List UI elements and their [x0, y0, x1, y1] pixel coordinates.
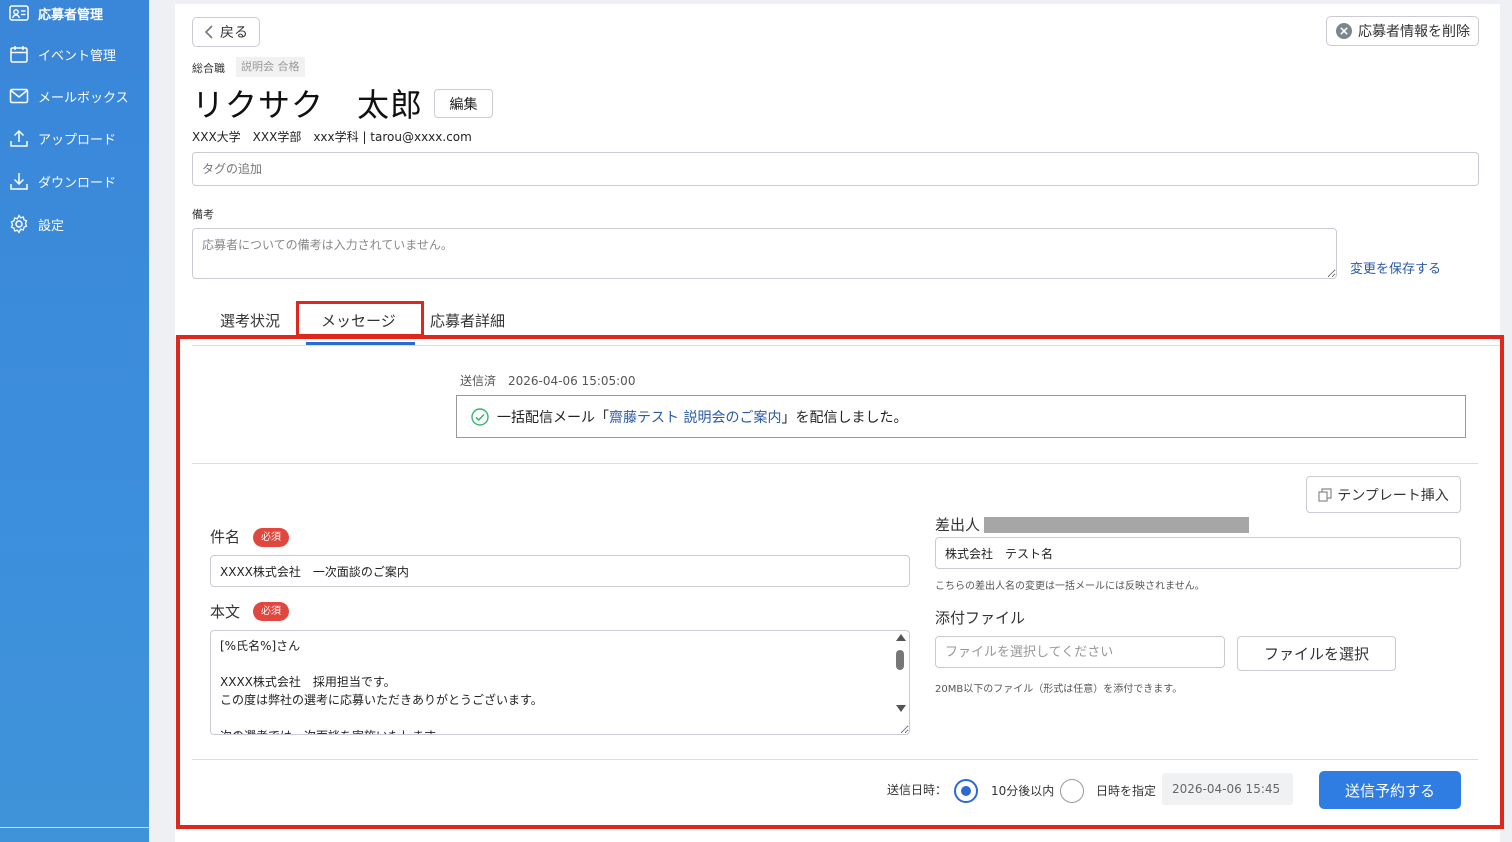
attachment-label: 添付ファイル: [935, 609, 1026, 627]
sidebar-item-label: 応募者管理: [38, 7, 104, 23]
check-circle-icon: [471, 407, 489, 426]
send-soon-label: 10分後以内: [991, 784, 1055, 798]
sent-suffix: 」を配信しました。: [781, 409, 908, 426]
tab-applicant-details[interactable]: 応募者詳細: [430, 310, 505, 331]
sidebar-item-label: ダウンロード: [38, 175, 117, 191]
sidebar-item-upload[interactable]: アップロード: [8, 125, 116, 151]
calendar-icon: [8, 43, 30, 65]
chevron-left-icon: [204, 25, 214, 39]
scroll-thumb[interactable]: [896, 650, 904, 670]
job-type: 総合職: [192, 62, 225, 75]
tab-divider: [192, 345, 1500, 346]
memo-label: 備考: [192, 208, 214, 221]
body-textarea[interactable]: [%氏名%]さん XXXX株式会社 採用担当です。 この度は弊社の選考に応募いた…: [210, 630, 910, 735]
sidebar-item-label: 設定: [38, 218, 65, 234]
memo-textarea[interactable]: [192, 228, 1337, 279]
sidebar-item-label: イベント管理: [38, 48, 117, 64]
body-label: 本文: [210, 603, 241, 621]
edit-button[interactable]: 編集: [434, 89, 493, 118]
sender-label: 差出人: [935, 516, 981, 534]
sidebar-item-applicants[interactable]: 応募者管理: [8, 0, 103, 26]
sender-hint: こちらの差出人名の変更は一括メールには反映されません。: [935, 581, 1205, 592]
applicant-info: XXX大学 XXX学部 xxx学科 | tarou@xxxx.com: [192, 130, 472, 144]
sent-prefix: 一括配信メール「: [497, 409, 609, 426]
scroll-up-arrow-icon[interactable]: [896, 634, 906, 641]
delete-applicant-button[interactable]: 応募者情報を削除: [1326, 16, 1479, 46]
sidebar-item-label: アップロード: [38, 132, 117, 148]
body-scrollbar[interactable]: [893, 634, 907, 716]
copy-icon: [1318, 487, 1332, 502]
sidebar: 応募者管理 イベント管理 メールボックス アップロード ダウンロード 設定: [0, 0, 149, 842]
sidebar-item-download[interactable]: ダウンロード: [8, 168, 116, 194]
radio-specify-time[interactable]: [1060, 779, 1084, 803]
status-badge: 説明会 合格: [236, 57, 305, 77]
upload-icon: [8, 127, 30, 149]
sidebar-divider: [0, 827, 149, 828]
back-label: 戻る: [220, 25, 248, 41]
message-divider: [192, 463, 1478, 464]
mail-icon: [8, 85, 30, 107]
applicant-card-icon: [8, 2, 30, 24]
active-tab-highlight: [296, 301, 424, 337]
sidebar-item-label: メールボックス: [38, 90, 129, 106]
close-circle-icon: [1335, 22, 1353, 40]
sidebar-item-settings[interactable]: 設定: [8, 211, 64, 237]
specify-time-label: 日時を指定: [1096, 784, 1157, 798]
sidebar-item-events[interactable]: イベント管理: [8, 41, 116, 67]
delete-label: 応募者情報を削除: [1358, 24, 1470, 40]
radio-send-soon[interactable]: [954, 779, 978, 803]
sent-timestamp: 送信済 2026-04-06 15:05:00: [460, 374, 636, 388]
send-time-label: 送信日時：: [887, 783, 948, 797]
main-panel: 戻る 応募者情報を削除 総合職 説明会 合格 リクサク 太郎 編集 XXX大学 …: [175, 4, 1504, 842]
save-memo-link[interactable]: 変更を保存する: [1350, 258, 1441, 277]
tab-selection-status[interactable]: 選考状況: [220, 310, 280, 331]
subject-input[interactable]: [210, 555, 910, 587]
template-label: テンプレート挿入: [1337, 487, 1449, 504]
redacted-sender-address: [984, 517, 1249, 533]
sidebar-item-mailbox[interactable]: メールボックス: [8, 83, 129, 109]
tag-input[interactable]: [192, 152, 1479, 186]
gear-icon: [8, 213, 30, 235]
download-icon: [8, 170, 30, 192]
applicant-name: リクサク 太郎: [192, 86, 424, 124]
file-path-input[interactable]: [935, 636, 1225, 668]
required-badge: 必須: [253, 602, 289, 621]
choose-file-button[interactable]: ファイルを選択: [1237, 636, 1396, 671]
sender-input[interactable]: [935, 537, 1461, 569]
scroll-down-arrow-icon[interactable]: [896, 705, 906, 712]
sent-message-entry: 一括配信メール「 齋藤テスト 説明会のご案内 」を配信しました。: [456, 395, 1466, 438]
datetime-field[interactable]: 2026-04-06 15:45: [1162, 773, 1293, 805]
subject-label: 件名: [210, 528, 241, 546]
schedule-send-button[interactable]: 送信予約する: [1319, 771, 1461, 809]
attachment-hint: 20MB以下のファイル（形式は任意）を添付できます。: [935, 684, 1183, 695]
back-button[interactable]: 戻る: [192, 17, 260, 47]
insert-template-button[interactable]: テンプレート挿入: [1306, 476, 1461, 513]
footer-divider: [192, 759, 1478, 760]
sent-mail-link[interactable]: 齋藤テスト 説明会のご案内: [609, 407, 781, 427]
required-badge: 必須: [253, 528, 289, 547]
